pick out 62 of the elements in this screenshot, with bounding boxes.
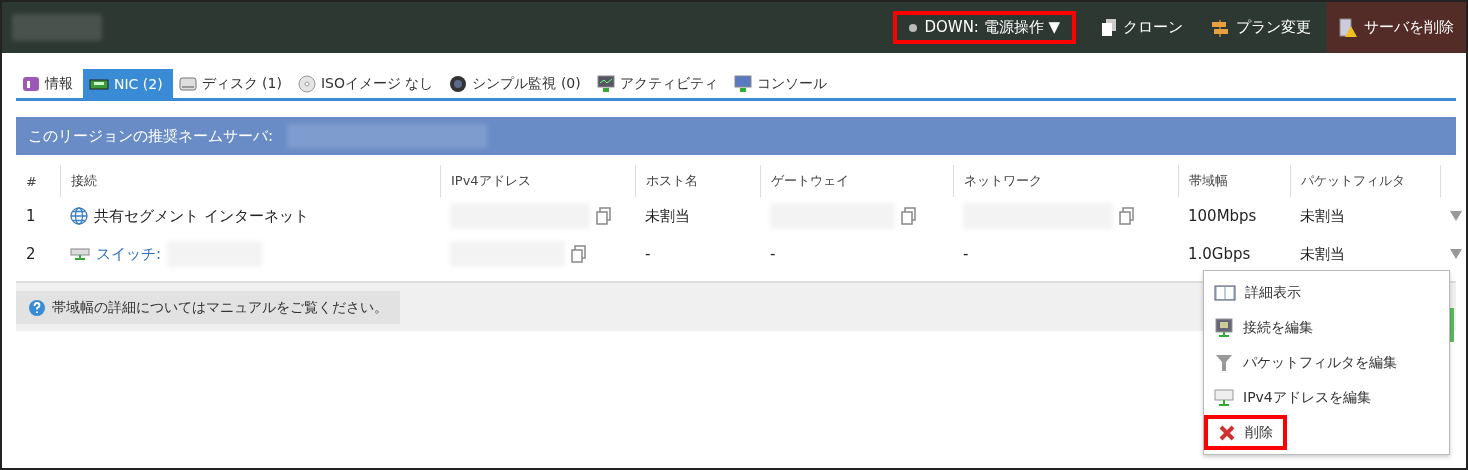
copy-icon[interactable]: [901, 207, 917, 225]
connection-name: 共有セグメント インターネット: [94, 206, 309, 226]
menu-item[interactable]: 削除: [1204, 415, 1287, 450]
menu-item[interactable]: IPv4アドレスを編集: [1204, 380, 1449, 415]
monitor-icon: [733, 74, 752, 93]
tab[interactable]: NIC (2): [83, 69, 173, 98]
clone-button[interactable]: クローン: [1090, 2, 1195, 53]
close-icon: [1218, 423, 1236, 442]
tab[interactable]: シンプル監視 (0): [443, 69, 591, 98]
status-dot-icon: [909, 23, 918, 32]
camera-lens-icon: [449, 74, 468, 93]
switch-link[interactable]: スイッチ:: [96, 244, 162, 264]
plan-button[interactable]: プラン変更: [1199, 2, 1323, 53]
copy-icon[interactable]: [1119, 207, 1135, 225]
column-header: IPv4アドレス: [440, 165, 635, 197]
funnel-icon: [1214, 352, 1234, 373]
caret-icon[interactable]: [1450, 249, 1462, 259]
column-header: パケットフィルタ: [1290, 165, 1440, 197]
note-text: 帯域幅の詳細についてはマニュアルをご覧ください。: [52, 298, 388, 317]
caret-icon[interactable]: [1450, 211, 1462, 221]
row-number: 1: [26, 207, 36, 225]
column-header: 帯域幅: [1178, 165, 1290, 197]
tab[interactable]: コンソール: [727, 69, 837, 98]
packet-filter-text: 未割当: [1300, 244, 1345, 264]
tab[interactable]: ISOイメージ なし: [291, 69, 444, 98]
copy-icon: [1102, 19, 1116, 36]
help-icon: [28, 298, 46, 317]
tab[interactable]: アクティビティ: [590, 69, 728, 98]
packet-filter-text: 未割当: [1300, 206, 1345, 226]
bandwidth-text: 1.0Gbps: [1188, 245, 1251, 263]
globe-icon: [70, 207, 88, 225]
copy-icon[interactable]: [571, 245, 587, 263]
column-header: 接続: [60, 165, 440, 197]
copy-icon[interactable]: [596, 207, 612, 225]
menu-item[interactable]: 詳細表示: [1204, 275, 1449, 310]
info-icon: [22, 75, 40, 92]
column-header: #: [25, 172, 38, 191]
monitor-graph-icon: [596, 74, 615, 93]
power-dropdown-button[interactable]: DOWN: 電源操作 ▼: [893, 11, 1076, 44]
hostname-text: -: [645, 245, 651, 263]
gateway-text: -: [770, 245, 776, 263]
tab[interactable]: ディスク (1): [172, 69, 292, 98]
column-header: ネットワーク: [953, 165, 1178, 197]
switch-icon: [70, 247, 90, 261]
row-number: 2: [26, 245, 36, 263]
column-header: ホスト名: [635, 165, 760, 197]
ip-address-icon: [1214, 387, 1234, 408]
cd-icon: [297, 74, 316, 93]
menu-item[interactable]: パケットフィルタを編集: [1204, 345, 1449, 380]
tab[interactable]: 情報: [16, 69, 83, 98]
column-header: ゲートウェイ: [760, 165, 953, 197]
hostname-text: 未割当: [645, 206, 690, 226]
menu-item[interactable]: 接続を編集: [1204, 310, 1449, 345]
bandwidth-text: 100Mbps: [1188, 207, 1257, 225]
server-warning-icon: [1339, 17, 1357, 38]
network-port-icon: [1214, 317, 1234, 338]
delete-button[interactable]: サーバを削除: [1327, 2, 1466, 53]
signpost-icon: [1211, 18, 1229, 37]
banner-text: このリージョンの推奨ネームサーバ:: [28, 126, 274, 146]
network-text: -: [963, 245, 969, 263]
book-icon: [1214, 283, 1236, 302]
network-card-icon: [89, 76, 109, 91]
